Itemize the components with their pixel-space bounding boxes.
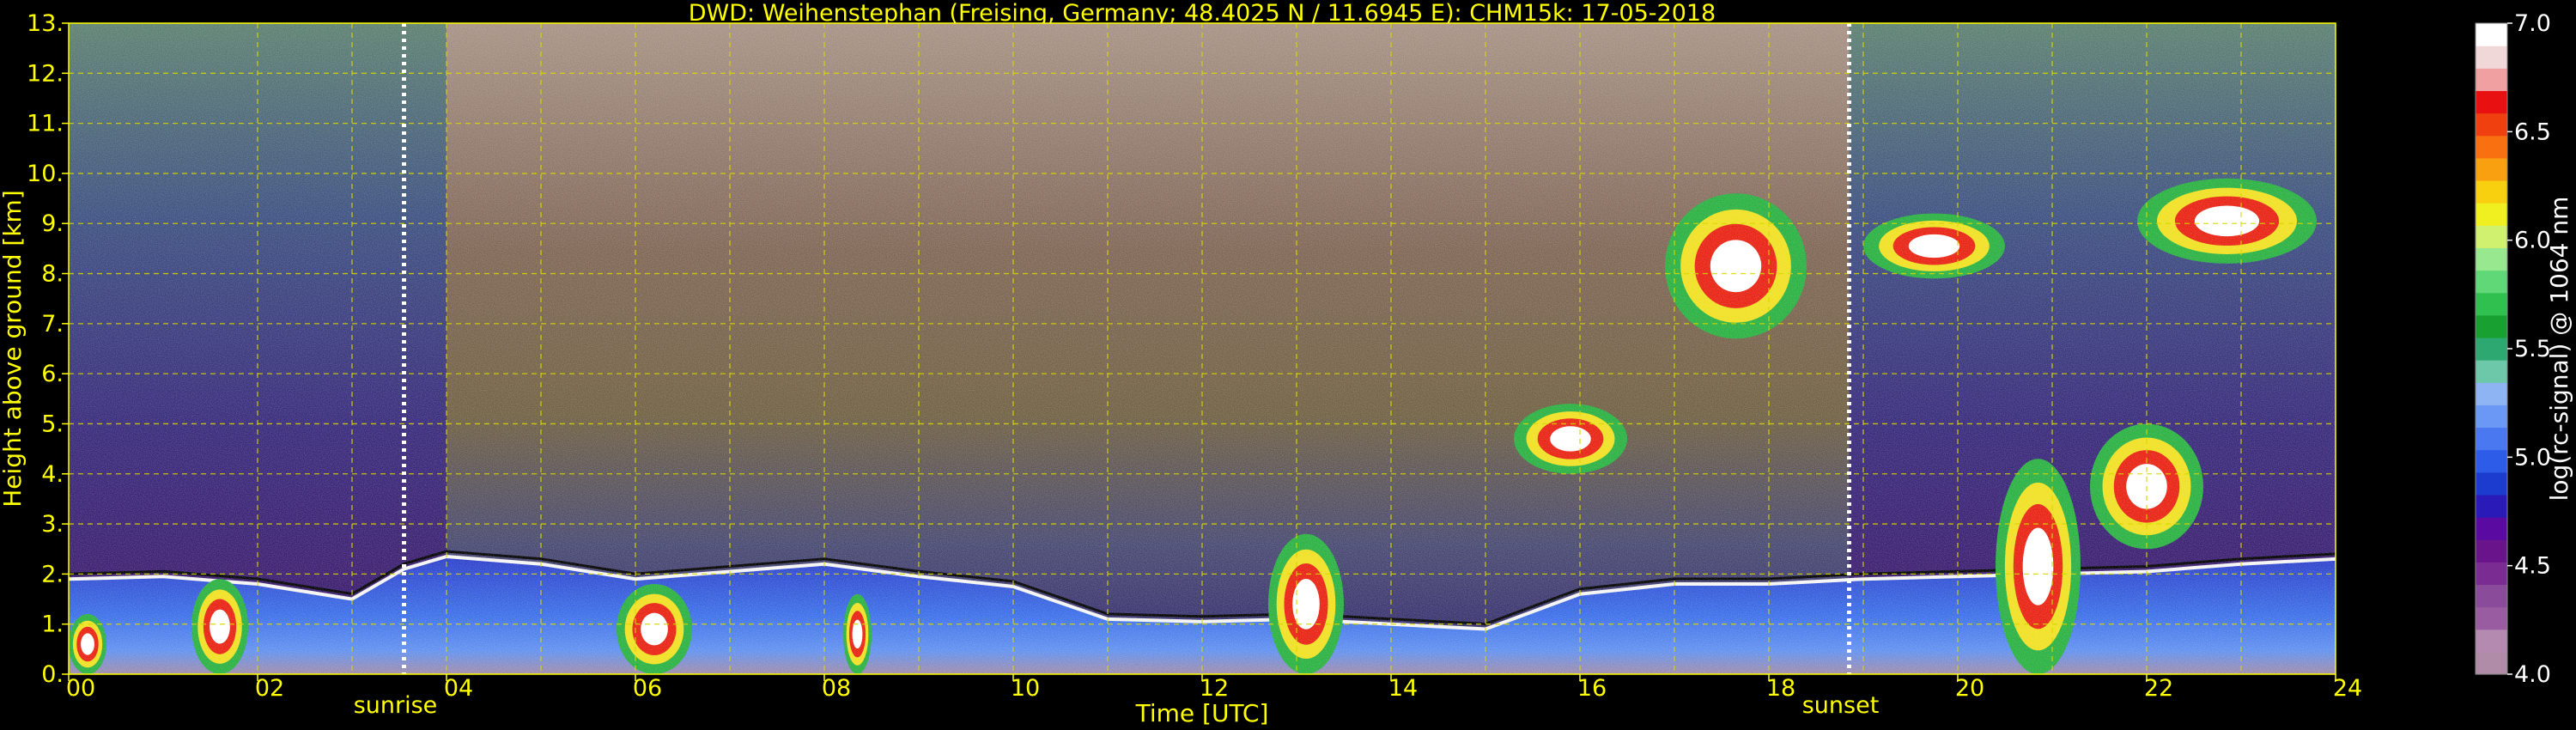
colorbar-tick-label: 4.5 xyxy=(2514,553,2551,580)
colorbar-segment xyxy=(2476,651,2507,675)
y-tick-label: 2. xyxy=(41,561,64,587)
x-tick-label: 16 xyxy=(1577,675,1607,702)
plot-area xyxy=(69,23,2336,674)
y-tick-label: 3. xyxy=(41,511,64,538)
colorbar-segment xyxy=(2476,584,2507,608)
colorbar-segment xyxy=(2476,225,2507,248)
colorbar-segment xyxy=(2476,23,2507,46)
colorbar-segment xyxy=(2476,68,2507,92)
colorbar-segment xyxy=(2476,203,2507,226)
colorbar-segment xyxy=(2476,157,2507,181)
y-tick-label: 0. xyxy=(41,661,64,688)
y-tick-label: 13. xyxy=(27,10,64,37)
colorbar-tick-label: 6.5 xyxy=(2514,119,2551,145)
y-tick-label: 9. xyxy=(41,210,64,237)
colorbar-label: log(rc-signal) @ 1064 nm xyxy=(2545,197,2573,502)
y-tick-label: 10. xyxy=(27,161,64,187)
colorbar-segment xyxy=(2476,360,2507,383)
y-tick-label: 11. xyxy=(27,111,64,137)
colorbar-segment xyxy=(2476,179,2507,204)
colorbar-segment xyxy=(2476,292,2507,316)
x-tick-label: 04 xyxy=(444,675,473,702)
colorbar-segment xyxy=(2476,113,2507,137)
colorbar-segment xyxy=(2476,606,2507,630)
y-tick-label: 4. xyxy=(41,461,64,488)
colorbar-tick-label: 7.0 xyxy=(2514,10,2551,37)
x-tick-label: 24 xyxy=(2333,675,2362,702)
x-tick-label: 00 xyxy=(66,675,95,702)
colorbar-segment xyxy=(2476,405,2507,429)
y-tick-label: 1. xyxy=(41,611,64,638)
x-tick-label: 06 xyxy=(633,675,662,702)
colorbar-segment xyxy=(2476,247,2507,271)
y-tick-label: 12. xyxy=(27,60,64,87)
y-tick-label: 5. xyxy=(41,411,64,437)
colorbar-segment xyxy=(2476,427,2507,451)
x-tick-label: 02 xyxy=(255,675,284,702)
colorbar-segment xyxy=(2476,90,2507,114)
sunset-label: sunset xyxy=(1802,692,1880,719)
x-tick-label: 12 xyxy=(1200,675,1229,702)
colorbar-segment xyxy=(2476,494,2507,518)
y-tick-label: 7. xyxy=(41,311,64,338)
colorbar-segment xyxy=(2476,517,2507,540)
colorbar-segment xyxy=(2476,562,2507,586)
x-tick-label: 22 xyxy=(2144,675,2173,702)
y-tick-label: 6. xyxy=(41,361,64,387)
y-tick-label: 8. xyxy=(41,261,64,288)
sunrise-label: sunrise xyxy=(354,692,438,719)
colorbar-segment xyxy=(2476,135,2507,159)
x-tick-label: 18 xyxy=(1766,675,1795,702)
x-tick-label: 10 xyxy=(1011,675,1040,702)
x-tick-label: 08 xyxy=(822,675,851,702)
y-axis-label: Height above ground [km] xyxy=(0,190,27,508)
x-axis-label: Time [UTC] xyxy=(1135,699,1269,727)
colorbar-segment xyxy=(2476,46,2507,69)
colorbar-segment xyxy=(2476,314,2507,338)
colorbar-segment xyxy=(2476,629,2507,653)
colorbar-segment xyxy=(2476,539,2507,563)
colorbar-segment xyxy=(2476,337,2507,361)
x-tick-label: 20 xyxy=(1955,675,1984,702)
colorbar-segment xyxy=(2476,449,2507,473)
colorbar-segment xyxy=(2476,382,2507,405)
x-tick-label: 14 xyxy=(1388,675,1418,702)
colorbar xyxy=(2475,22,2508,675)
colorbar-segment xyxy=(2476,270,2507,294)
lidar-figure: DWD: Weihenstephan (Freising, Germany; 4… xyxy=(0,0,2573,727)
colorbar-segment xyxy=(2476,471,2507,496)
colorbar-tick-label: 4.0 xyxy=(2514,661,2551,688)
